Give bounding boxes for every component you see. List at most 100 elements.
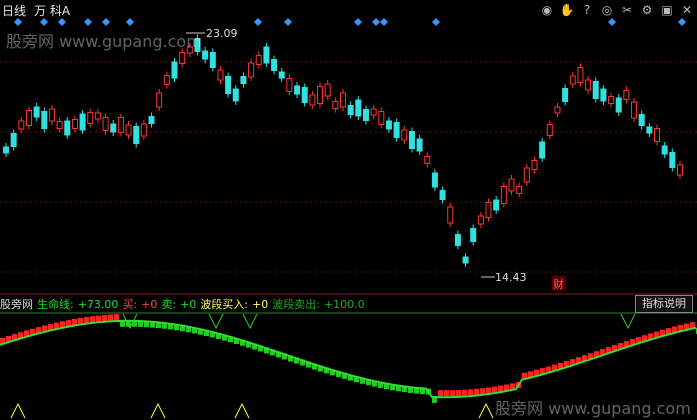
- stock-name[interactable]: 万 科A: [34, 2, 70, 19]
- candle-body: [48, 108, 55, 122]
- candle-body: [600, 88, 607, 102]
- candle-body: [355, 99, 362, 117]
- window-icon[interactable]: ▣: [659, 3, 675, 17]
- candle-body: [439, 190, 446, 200]
- sell-label: 卖:: [161, 298, 177, 311]
- candle-body: [362, 109, 369, 121]
- candle-body: [64, 120, 71, 136]
- low-price-label: 14.43: [495, 271, 527, 284]
- candle-body: [271, 59, 278, 71]
- signal-diamond: [40, 18, 48, 26]
- wave-buy-label: 波段买入:: [200, 298, 249, 311]
- buy-block: [102, 314, 107, 321]
- candle-body: [454, 234, 461, 246]
- signal-diamond: [372, 18, 380, 26]
- candle-body: [94, 112, 101, 120]
- candle-body: [470, 228, 477, 242]
- buy-block: [456, 389, 461, 396]
- buy-block: [444, 390, 449, 397]
- candle-body: [324, 83, 331, 97]
- signal-diamond: [58, 18, 66, 26]
- candle-body: [493, 199, 500, 211]
- candle-body: [385, 120, 392, 130]
- indicator-legend: 股旁网 生命线: +73.00 买: +0 卖: +0 波段买入: +0 波段卖…: [0, 296, 365, 312]
- life-line-value: +73.00: [77, 297, 119, 311]
- life-line-label: 生命线:: [37, 298, 74, 311]
- candle-body: [393, 122, 400, 138]
- candle-body: [87, 112, 94, 124]
- candle-body: [500, 186, 507, 204]
- candle-body: [562, 88, 569, 102]
- candle-body: [646, 126, 653, 134]
- candle-body: [608, 96, 615, 104]
- buy-block: [66, 320, 71, 327]
- candle-body: [378, 111, 385, 125]
- candle-body: [638, 114, 645, 126]
- candle-body: [577, 67, 584, 83]
- buy-block: [450, 390, 455, 397]
- wave-buy-value: +0: [252, 297, 269, 311]
- candle-body: [41, 111, 48, 129]
- candle-body: [140, 123, 147, 137]
- help-icon[interactable]: ?: [579, 3, 595, 17]
- finance-marker[interactable]: 财: [553, 277, 564, 291]
- candle-body: [508, 178, 515, 192]
- settings-icon[interactable]: ◎: [599, 3, 615, 17]
- wave-buy-marker: [478, 402, 494, 419]
- candle-body: [301, 87, 308, 103]
- wave-sell-marker: [242, 313, 258, 330]
- candle-body: [669, 152, 676, 168]
- indicator-help-button[interactable]: 指标说明: [635, 295, 693, 313]
- buy-block: [96, 315, 101, 322]
- eye-icon[interactable]: ◉: [539, 3, 555, 17]
- candle-body: [278, 71, 285, 79]
- wave-buy-marker: [150, 402, 166, 419]
- candle-body: [56, 121, 63, 129]
- candle-body: [248, 62, 255, 78]
- chart-canvas[interactable]: 23.09 14.43 财: [0, 0, 697, 420]
- candlestick-series: [3, 34, 683, 267]
- buy-block: [78, 317, 83, 324]
- candle-body: [485, 202, 492, 218]
- signal-diamond: [126, 18, 134, 26]
- candle-body: [477, 215, 484, 225]
- candle-body: [33, 106, 40, 118]
- close-icon[interactable]: ✕: [679, 3, 695, 17]
- candle-body: [117, 117, 124, 133]
- scissors-icon[interactable]: ✂: [619, 3, 635, 17]
- signal-diamond: [608, 18, 616, 26]
- candle-body: [332, 101, 339, 109]
- candle-body: [401, 129, 408, 141]
- candle-body: [539, 141, 546, 159]
- candle-body: [546, 124, 553, 136]
- buy-block: [504, 384, 509, 391]
- buy-block: [90, 316, 95, 323]
- candle-body: [554, 106, 561, 114]
- candle-body: [294, 85, 301, 95]
- candle-body: [654, 128, 661, 142]
- watermark-top: 股旁网 www.gupang.com: [6, 32, 202, 51]
- buy-block: [486, 387, 491, 394]
- buy-block: [480, 388, 485, 395]
- candle-body: [424, 156, 431, 164]
- candle-body: [531, 160, 538, 170]
- wave-buy-marker: [234, 402, 250, 419]
- watermark-bottom: 股旁网 www.gupang.com: [495, 399, 691, 418]
- signal-diamond: [678, 18, 686, 26]
- period-label[interactable]: 日线: [2, 2, 26, 19]
- candle-body: [516, 186, 523, 194]
- candle-body: [10, 133, 17, 147]
- buy-label: 买:: [122, 298, 138, 311]
- wave-sell-marker: [620, 313, 636, 330]
- candle-body: [133, 126, 140, 144]
- settings-gear-icon[interactable]: ⚙: [639, 3, 655, 17]
- signal-diamond: [380, 18, 388, 26]
- indicator-name: 股旁网: [0, 298, 33, 311]
- candle-body: [370, 108, 377, 116]
- buy-value: +0: [141, 297, 158, 311]
- candle-body: [623, 90, 630, 100]
- candle-body: [3, 146, 9, 154]
- wave-sell-label: 波段卖出:: [272, 298, 320, 311]
- hand-icon[interactable]: ✋: [559, 3, 575, 17]
- candle-body: [408, 131, 415, 149]
